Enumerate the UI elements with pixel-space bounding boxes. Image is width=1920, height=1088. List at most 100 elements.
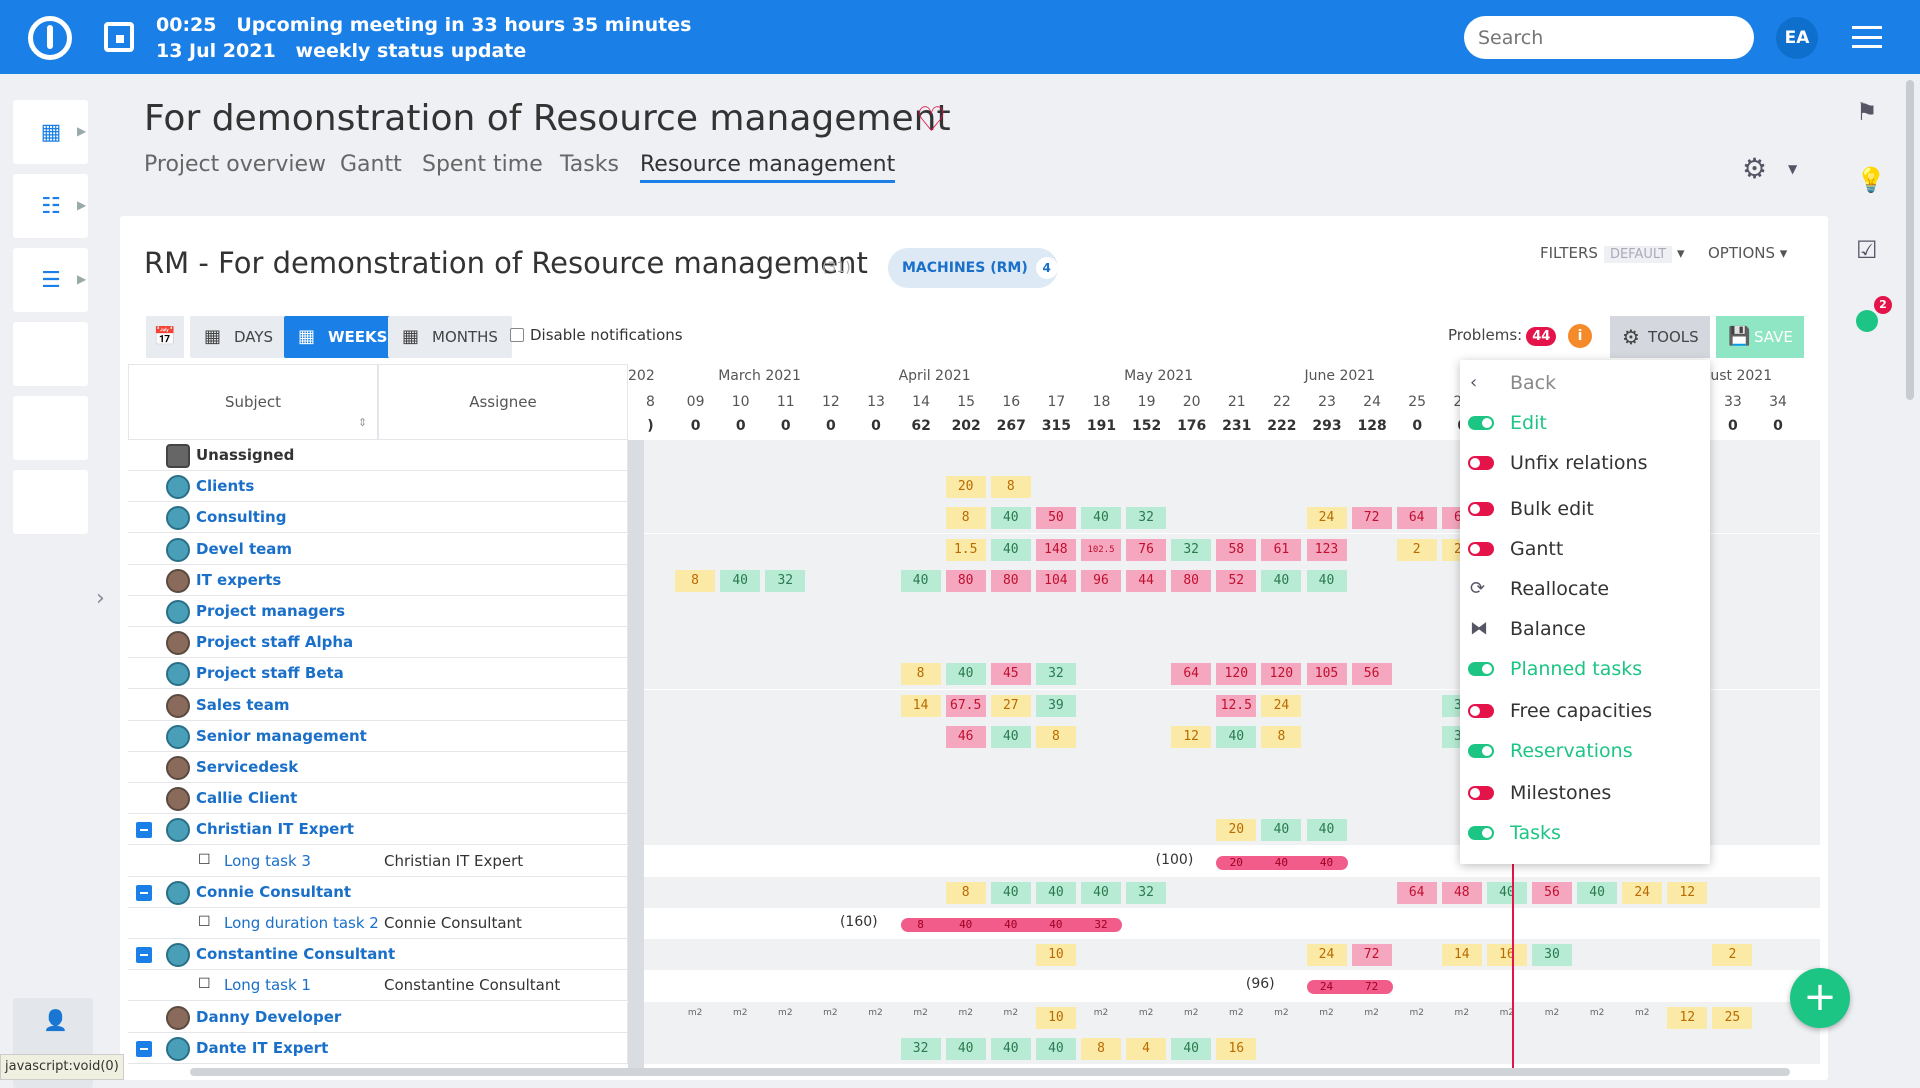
- allocation-cell[interactable]: 40: [1081, 507, 1121, 530]
- allocation-cell[interactable]: 40: [720, 569, 761, 592]
- allocation-cell[interactable]: 8: [1261, 725, 1302, 748]
- allocation-cell[interactable]: 40: [945, 663, 986, 686]
- days-button[interactable]: ▦ DAYS: [190, 316, 288, 358]
- toggle-switch[interactable]: [1468, 744, 1494, 758]
- calendar-picker-button[interactable]: 📅: [146, 316, 184, 358]
- tab-tasks[interactable]: Tasks: [560, 152, 619, 177]
- task-name-link[interactable]: Long task 3: [224, 852, 311, 870]
- filters-dropdown[interactable]: FILTERS DEFAULT ▾: [1540, 244, 1685, 263]
- toggle-switch[interactable]: [1468, 456, 1494, 470]
- info-icon[interactable]: i: [1568, 324, 1592, 348]
- calendar-icon[interactable]: [104, 22, 134, 52]
- collapse-icon[interactable]: [136, 1040, 152, 1057]
- allocation-cell[interactable]: 24: [1306, 944, 1347, 967]
- allocation-cell[interactable]: 40: [1171, 1037, 1212, 1060]
- menu-item-bulk-edit[interactable]: Bulk edit: [1460, 490, 1710, 530]
- toggle-switch[interactable]: [1468, 416, 1494, 430]
- allocation-cell[interactable]: 16: [1216, 1037, 1257, 1060]
- menu-item-tasks[interactable]: Tasks: [1460, 814, 1710, 854]
- options-dropdown[interactable]: OPTIONS ▾: [1708, 244, 1787, 262]
- user-avatar[interactable]: EA: [1776, 17, 1818, 59]
- nav-button-empty-3[interactable]: [13, 470, 88, 534]
- allocation-cell[interactable]: 8: [990, 476, 1031, 499]
- logo-icon[interactable]: [28, 16, 72, 60]
- allocation-cell[interactable]: 25: [1712, 1006, 1753, 1029]
- allocation-cell[interactable]: 14: [900, 694, 941, 717]
- allocation-cell[interactable]: 8: [945, 881, 986, 904]
- resource-name-link[interactable]: Project managers: [196, 602, 345, 620]
- tab-project-overview[interactable]: Project overview: [144, 152, 326, 177]
- toggle-switch[interactable]: [1468, 704, 1494, 718]
- search-input[interactable]: [1464, 16, 1754, 59]
- resource-name-link[interactable]: Project staff Beta: [196, 664, 344, 682]
- allocation-cell[interactable]: 24: [1261, 694, 1302, 717]
- allocation-cell[interactable]: 40: [990, 538, 1031, 561]
- allocation-cell[interactable]: 120: [1216, 663, 1257, 686]
- allocation-cell[interactable]: 105: [1306, 663, 1347, 686]
- menu-item-reallocate[interactable]: ⟳ Reallocate: [1460, 570, 1710, 610]
- allocation-cell[interactable]: 20: [945, 476, 986, 499]
- allocation-cell[interactable]: 12.5: [1216, 694, 1257, 717]
- resource-row[interactable]: Connie Consultant 8 40 40 40 32 64 48 40 56 40 24 12: [128, 876, 1820, 908]
- allocation-cell[interactable]: 40: [1081, 881, 1121, 904]
- task-allocation-bar[interactable]: 24 72: [1306, 980, 1393, 995]
- allocation-cell[interactable]: 148: [1035, 538, 1076, 561]
- toggle-switch[interactable]: [1468, 826, 1494, 840]
- allocation-cell[interactable]: 123: [1306, 538, 1347, 561]
- allocation-cell[interactable]: 32: [1171, 538, 1212, 561]
- allocation-cell[interactable]: 44: [1126, 569, 1167, 592]
- allocation-cell[interactable]: 40: [990, 881, 1031, 904]
- resource-name-link[interactable]: Christian IT Expert: [196, 820, 354, 838]
- allocation-cell[interactable]: 40: [990, 507, 1031, 530]
- allocation-cell[interactable]: 72: [1351, 944, 1392, 967]
- allocation-cell[interactable]: 4: [1126, 1037, 1167, 1060]
- allocation-cell[interactable]: 40: [945, 1037, 986, 1060]
- resource-name-link[interactable]: Project staff Alpha: [196, 633, 353, 651]
- allocation-cell[interactable]: 76: [1126, 538, 1167, 561]
- allocation-cell[interactable]: 45: [990, 663, 1031, 686]
- allocation-cell[interactable]: 40: [1216, 725, 1257, 748]
- allocation-cell[interactable]: 72: [1351, 507, 1392, 530]
- lightbulb-icon[interactable]: 💡: [1856, 166, 1886, 194]
- allocation-cell[interactable]: 32: [900, 1037, 941, 1060]
- add-user-icon[interactable]: 👤: [43, 1008, 68, 1032]
- collapse-icon[interactable]: [136, 822, 152, 839]
- allocation-cell[interactable]: 40: [990, 725, 1031, 748]
- allocation-cell[interactable]: 48: [1441, 881, 1482, 904]
- hamburger-menu-icon[interactable]: [1852, 26, 1882, 48]
- resource-name-link[interactable]: Servicedesk: [196, 758, 298, 776]
- allocation-cell[interactable]: 56: [1532, 881, 1572, 904]
- task-allocation-bar[interactable]: 8 40 40 40 32: [900, 918, 1123, 932]
- allocation-cell[interactable]: 61: [1261, 538, 1302, 561]
- allocation-cell[interactable]: 40: [1577, 881, 1618, 904]
- allocation-cell[interactable]: 2: [1396, 538, 1437, 561]
- resource-name-link[interactable]: Dante IT Expert: [196, 1039, 328, 1057]
- allocation-cell[interactable]: 16: [1486, 944, 1527, 967]
- allocation-cell[interactable]: 8: [1035, 725, 1076, 748]
- allocation-cell[interactable]: 8: [675, 569, 716, 592]
- tab-resource-management[interactable]: Resource management: [640, 152, 896, 183]
- allocation-cell[interactable]: 32: [1126, 881, 1167, 904]
- task-allocation-bar[interactable]: 20 40 40: [1216, 855, 1348, 870]
- weeks-button[interactable]: ▦ WEEKS: [284, 316, 402, 358]
- allocation-cell[interactable]: 40: [1035, 881, 1076, 904]
- allocation-cell[interactable]: 10: [1035, 1006, 1076, 1029]
- allocation-cell[interactable]: 1.5: [945, 538, 986, 561]
- resource-name-link[interactable]: Consulting: [196, 508, 286, 526]
- resource-name-link[interactable]: Callie Client: [196, 789, 297, 807]
- resource-name-link[interactable]: IT experts: [196, 571, 281, 589]
- allocation-cell[interactable]: 10: [1035, 944, 1076, 967]
- favorite-heart-icon[interactable]: ♡: [916, 100, 946, 140]
- allocation-cell[interactable]: 56: [1351, 663, 1392, 686]
- allocation-cell[interactable]: 58: [1216, 538, 1257, 561]
- machines-rm-button[interactable]: MACHINES (RM) 4: [888, 248, 1058, 288]
- resource-name-link[interactable]: Danny Developer: [196, 1008, 341, 1026]
- tab-gantt[interactable]: Gantt: [340, 152, 402, 177]
- meeting-line-2[interactable]: 13 Jul 2021 weekly status update: [156, 40, 526, 62]
- disable-notifications-checkbox[interactable]: Disable notifications: [510, 326, 683, 344]
- allocation-cell[interactable]: 104: [1035, 569, 1076, 592]
- allocation-cell[interactable]: 12: [1171, 725, 1212, 748]
- allocation-cell[interactable]: 40: [1306, 819, 1347, 842]
- resource-name-link[interactable]: Senior management: [196, 727, 367, 745]
- collapse-icon[interactable]: [136, 884, 152, 901]
